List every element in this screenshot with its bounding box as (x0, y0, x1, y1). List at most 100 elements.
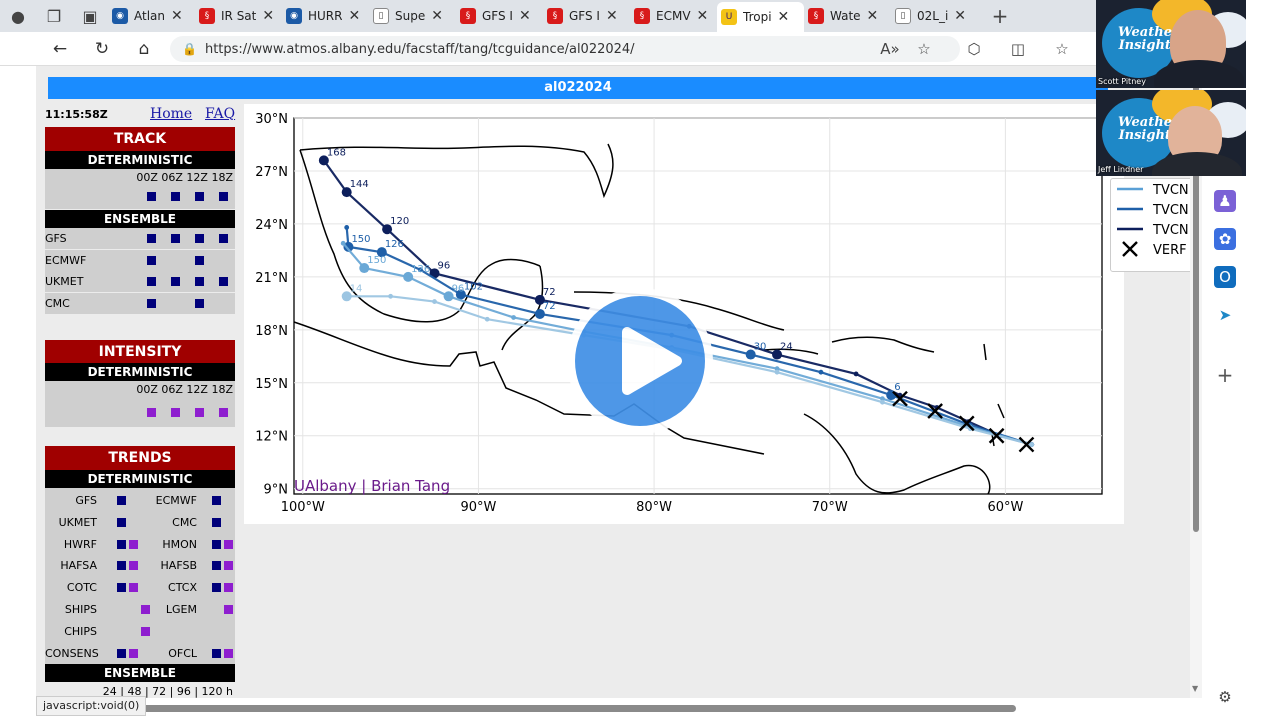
intensity-00z-button[interactable] (147, 408, 156, 417)
trend-button[interactable] (212, 496, 221, 505)
close-tab-icon[interactable]: ✕ (519, 8, 531, 24)
tab-9[interactable]: § Wate ✕ (804, 3, 891, 29)
trend-button[interactable] (129, 539, 138, 549)
trend-button[interactable] (141, 626, 150, 636)
ensemble-run-button[interactable] (147, 255, 156, 265)
person-1-name: Scott Pitney (1098, 77, 1146, 86)
extensions-icon[interactable]: ⬡ (952, 32, 996, 66)
track-12z-button[interactable] (195, 192, 204, 201)
close-tab-icon[interactable]: ✕ (954, 8, 966, 24)
add-sidebar-app-icon[interactable]: + (1214, 363, 1236, 387)
track-00z-button[interactable] (147, 192, 156, 201)
tab-10[interactable]: ▯ 02L_i ✕ (891, 3, 978, 29)
favorites-icon[interactable]: ☆ (1040, 32, 1084, 66)
copilot-icon[interactable]: ✿ (1214, 228, 1236, 250)
ensemble-row (45, 228, 235, 249)
faq-link[interactable]: FAQ (205, 106, 235, 122)
track-18z-button[interactable] (219, 192, 228, 201)
play-button[interactable] (567, 288, 713, 434)
trend-button[interactable] (129, 648, 138, 658)
legend-label: TVCN (1152, 203, 1189, 218)
tab-actions-icon[interactable]: ▣ (72, 0, 108, 32)
ensemble-row (45, 292, 235, 314)
page-icon: ▯ (373, 8, 389, 24)
new-tab-button[interactable]: + (982, 0, 1018, 32)
ensemble-run-button[interactable] (147, 298, 156, 308)
close-tab-icon[interactable]: ✕ (778, 9, 790, 25)
trend-button[interactable] (117, 517, 126, 527)
noaa-icon: ◉ (112, 8, 128, 24)
trend-button[interactable] (212, 539, 221, 549)
back-button[interactable]: ← (40, 32, 80, 66)
track-point (432, 299, 437, 304)
close-tab-icon[interactable]: ✕ (262, 8, 274, 24)
trend-button[interactable] (117, 496, 126, 505)
scroll-down-arrow[interactable]: ▼ (1192, 684, 1198, 693)
hurricane-icon: § (808, 8, 824, 24)
trend-button[interactable] (129, 561, 138, 571)
hurricane-icon: § (199, 8, 215, 24)
ensemble-run-button[interactable] (195, 277, 204, 286)
intensity-deterministic-panel: 00Z 06Z 12Z 18Z (45, 381, 235, 427)
close-tab-icon[interactable]: ✕ (867, 8, 879, 24)
favorite-star-icon[interactable]: ☆ (902, 32, 946, 66)
horizontal-scrollbar[interactable] (36, 700, 1196, 720)
close-tab-icon[interactable]: ✕ (348, 8, 360, 24)
refresh-button[interactable]: ↻ (82, 32, 122, 66)
ensemble-run-button[interactable] (147, 277, 156, 286)
tab-8[interactable]: U Tropi ✕ (717, 2, 804, 32)
close-tab-icon[interactable]: ✕ (606, 8, 618, 24)
tab-7[interactable]: § ECMV ✕ (630, 3, 717, 29)
trend-button[interactable] (224, 605, 233, 614)
trend-button[interactable] (117, 583, 126, 593)
home-button[interactable]: ⌂ (124, 32, 164, 66)
tab-2[interactable]: § IR Sat ✕ (195, 3, 282, 29)
people-icon[interactable]: ♟ (1214, 190, 1236, 212)
ensemble-run-button[interactable] (171, 277, 180, 286)
trend-button[interactable] (224, 539, 233, 549)
intensity-18z-button[interactable] (219, 408, 228, 417)
trend-button[interactable] (212, 583, 221, 593)
trend-button[interactable] (224, 648, 233, 658)
tab-3[interactable]: ◉ HURR ✕ (282, 3, 369, 29)
track-06z-button[interactable] (171, 192, 180, 201)
home-link[interactable]: Home (150, 106, 192, 122)
collections-icon[interactable]: ❐ (36, 0, 72, 32)
ensemble-run-button[interactable] (171, 234, 180, 243)
ensemble-run-button[interactable] (195, 234, 204, 243)
close-tab-icon[interactable]: ✕ (171, 8, 183, 24)
tab-4[interactable]: ▯ Supe ✕ (369, 3, 456, 29)
trend-button[interactable] (117, 561, 126, 571)
trend-button[interactable] (117, 648, 126, 658)
ensemble-run-button[interactable] (195, 298, 204, 308)
trend-button[interactable] (212, 517, 221, 527)
ensemble-run-button[interactable] (219, 277, 228, 286)
intensity-06z-button[interactable] (171, 408, 180, 417)
track-point (388, 293, 394, 299)
close-tab-icon[interactable]: ✕ (431, 8, 443, 24)
split-screen-icon[interactable]: ◫ (996, 32, 1040, 66)
profile-icon[interactable]: ● (0, 0, 36, 32)
trend-button[interactable] (141, 605, 150, 614)
outlook-icon[interactable]: O (1214, 266, 1236, 288)
settings-gear-icon[interactable]: ⚙ (1214, 686, 1236, 708)
trend-button[interactable] (129, 583, 138, 593)
trend-button[interactable] (212, 648, 221, 658)
close-tab-icon[interactable]: ✕ (697, 8, 709, 24)
tab-6[interactable]: § GFS I ✕ (543, 3, 630, 29)
trend-button[interactable] (224, 561, 233, 571)
horizontal-scroll-thumb[interactable] (126, 705, 1016, 712)
ensemble-run-button[interactable] (219, 234, 228, 243)
send-icon[interactable]: ➤ (1214, 304, 1236, 326)
intensity-12z-button[interactable] (195, 408, 204, 417)
track-hour-label: 102 (464, 282, 483, 293)
trend-model-label: COTC (66, 581, 97, 595)
ensemble-run-button[interactable] (147, 234, 156, 243)
tab-1[interactable]: ◉ Atlan ✕ (108, 3, 195, 29)
url-field[interactable]: 🔒 https://www.atmos.albany.edu/facstaff/… (170, 36, 960, 62)
ensemble-run-button[interactable] (195, 255, 204, 265)
tab-5[interactable]: § GFS I ✕ (456, 3, 543, 29)
trend-button[interactable] (224, 583, 233, 593)
trend-button[interactable] (117, 539, 126, 549)
trend-button[interactable] (212, 561, 221, 571)
